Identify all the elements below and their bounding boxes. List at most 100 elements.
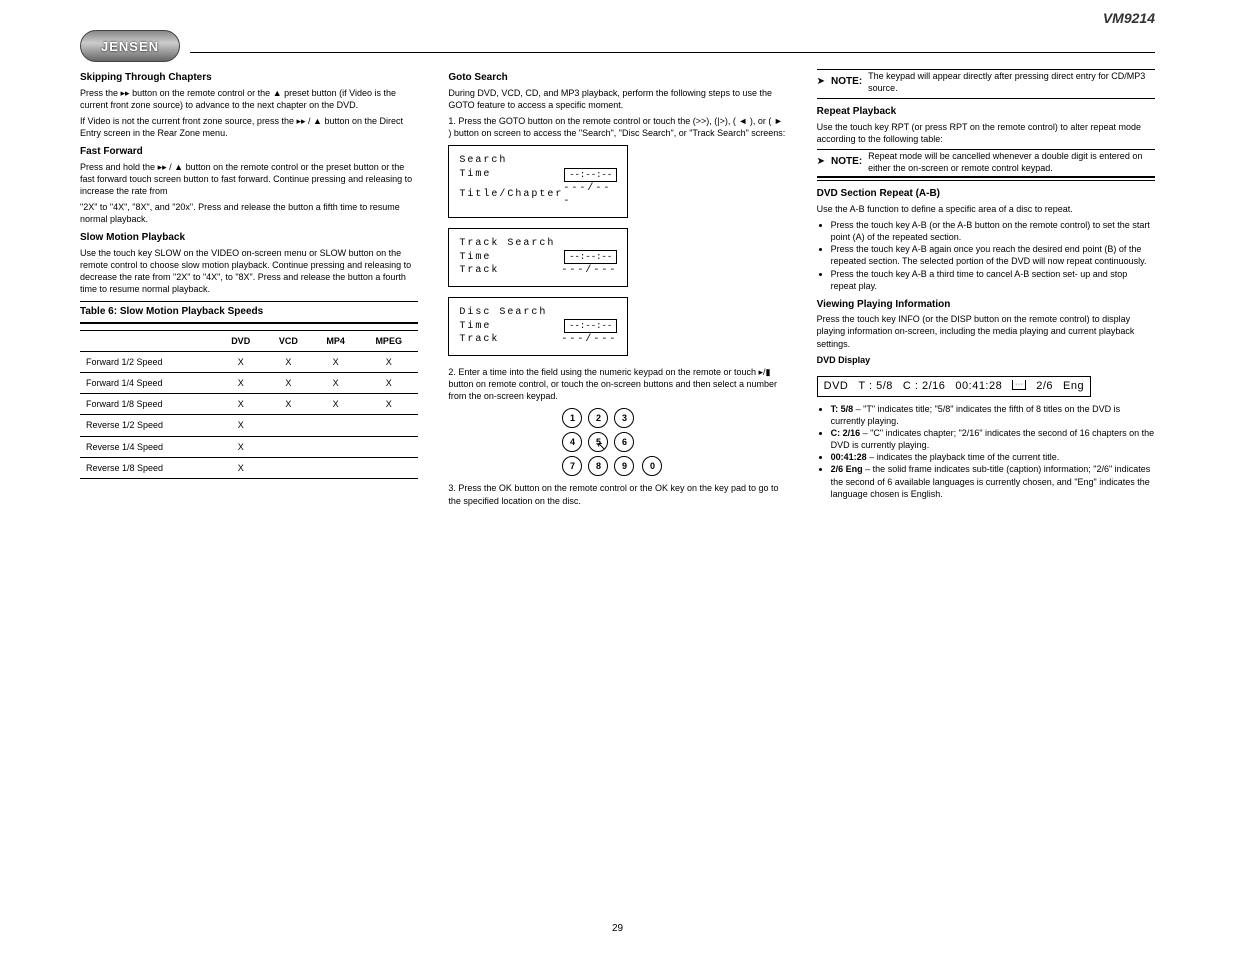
row-label: Reverse 1/4 Speed [80, 436, 217, 457]
disc-track-label: Track [459, 333, 499, 347]
ab-list: Press the touch key A-B (or the A-B butt… [817, 219, 1155, 292]
table-row: Reverse 1/2 SpeedX [80, 415, 418, 436]
track-label: Track [459, 264, 499, 278]
info-time: 00:41:28 [955, 379, 1002, 394]
text: ), or ( [750, 116, 772, 126]
search-titlech-value: ---/--- [563, 182, 617, 209]
search-time-label: Time [459, 168, 491, 182]
subtitle-icon: ··· [1012, 380, 1026, 390]
search-titlech-label: Title/Chapter [459, 188, 563, 202]
key-3[interactable]: 3 [614, 408, 634, 428]
row-cell: X [217, 457, 265, 478]
goto-li1: 1. Press the GOTO button on the remote c… [448, 115, 786, 139]
key-7[interactable]: 7 [562, 456, 582, 476]
key-2[interactable]: 2 [588, 408, 608, 428]
text: Press the OK button on the remote contro… [448, 483, 778, 505]
info-b1: T: 5/8 – "T" indicates title; "5/8" indi… [831, 403, 1155, 427]
slow-p1: Use the touch key SLOW on the VIDEO on-s… [80, 247, 418, 296]
page-number: 29 [0, 923, 1235, 934]
goto-p1: During DVD, VCD, CD, and MP3 playback, p… [448, 87, 786, 111]
next-track-icon: ▸▸ [158, 162, 167, 172]
text: ) button on screen to access the "Search… [448, 128, 785, 138]
search-titlech-row: Title/Chapter ---/--- [459, 182, 617, 209]
info-chapter: C : 2/16 [903, 379, 946, 394]
search-time-field[interactable]: --:--:-- [564, 168, 617, 182]
key-4[interactable]: 4 [562, 432, 582, 452]
table-title: Table 6: Slow Motion Playback Speeds [80, 302, 418, 322]
row-cell: X [217, 394, 265, 415]
row-cell: X [217, 351, 265, 372]
ab-li2: Press the touch key A-B again once you r… [831, 243, 1155, 267]
goto-li3: 3. Press the OK button on the remote con… [448, 482, 786, 506]
key-0[interactable]: 0 [642, 456, 662, 476]
info-dvd: DVD [824, 379, 849, 394]
disc-time-label: Time [459, 320, 491, 334]
right-arrow-icon: ► [774, 116, 783, 126]
next-track-icon: ▸▸ [121, 88, 130, 98]
skip-p1: Press the ▸▸ button on the remote contro… [80, 87, 418, 111]
row-cell [359, 436, 418, 457]
up-arrow-icon: ▲ [174, 162, 183, 172]
dvd-search-box: Search Time --:--:-- Title/Chapter ---/-… [448, 145, 628, 218]
th-mp4: MP4 [312, 330, 359, 351]
row-label: Reverse 1/8 Speed [80, 457, 217, 478]
up-arrow-icon: ▲ [273, 88, 282, 98]
column-1: Skipping Through Chapters Press the ▸▸ b… [80, 65, 418, 511]
th-blank [80, 330, 217, 351]
disc-time-field[interactable]: --:--:-- [564, 319, 617, 333]
repeat-note-text: Repeat mode will be cancelled whenever a… [868, 150, 1155, 174]
up-arrow-icon: ▲ [313, 116, 322, 126]
goto-li2: 2. Enter a time into the field using the… [448, 366, 786, 402]
row-label: Reverse 1/2 Speed [80, 415, 217, 436]
key-5[interactable]: 5 [588, 432, 608, 452]
column-2: Goto Search During DVD, VCD, CD, and MP3… [448, 65, 786, 511]
track-search-box: Track Search Time --:--:-- Track ---/--- [448, 228, 628, 287]
row-label: Forward 1/2 Speed [80, 351, 217, 372]
key-1[interactable]: 1 [562, 408, 582, 428]
key-9[interactable]: 9 [614, 456, 634, 476]
disc-time-row: Time --:--:-- [459, 319, 617, 333]
note-caret-icon: ➤ [817, 75, 825, 89]
repeat-heading: Repeat Playback [817, 105, 1155, 119]
row-cell: X [359, 373, 418, 394]
info-bullets: T: 5/8 – "T" indicates title; "5/8" indi… [817, 403, 1155, 500]
text: button on the remote control or the [132, 88, 273, 98]
track-time-field[interactable]: --:--:-- [564, 250, 617, 264]
model-label: VM9214 [1103, 10, 1155, 26]
ff-p1: Press and hold the ▸▸ / ▲ button on the … [80, 161, 418, 197]
disc-search-title: Disc Search [459, 306, 617, 320]
track-row: Track ---/--- [459, 264, 617, 278]
row-cell [265, 457, 313, 478]
disc-track-row: Track ---/--- [459, 333, 617, 347]
row-cell: X [265, 394, 313, 415]
info-heading: Viewing Playing Information [817, 298, 1155, 312]
info-lang: Eng [1063, 379, 1084, 394]
key-8[interactable]: 8 [588, 456, 608, 476]
repeat-note-rule-bot [817, 180, 1155, 181]
table-row: Forward 1/2 SpeedXXXX [80, 351, 418, 372]
goto-heading: Goto Search [448, 71, 786, 85]
info-dvd-h: DVD Display [817, 354, 1155, 366]
ff-heading: Fast Forward [80, 145, 418, 159]
info-p1: Press the touch key INFO (or the DISP bu… [817, 313, 1155, 349]
disc-track-value: ---/--- [561, 333, 617, 347]
note-header: ➤ NOTE: The keypad will appear directly … [817, 70, 1155, 96]
row-cell: X [217, 415, 265, 436]
key-6[interactable]: 6 [614, 432, 634, 452]
ab-li3: Press the touch key A-B a third time to … [831, 268, 1155, 292]
track-value: ---/--- [561, 264, 617, 278]
search-time-row: Time --:--:-- [459, 168, 617, 182]
note-text: The keypad will appear directly after pr… [868, 70, 1155, 94]
th-mpeg: MPEG [359, 330, 418, 351]
search-title: Search [459, 154, 617, 168]
text: Press and hold the [80, 162, 158, 172]
table-title-underline [80, 322, 418, 324]
table-row: Reverse 1/8 SpeedX [80, 457, 418, 478]
play-pause-icon: ▸/▮ [759, 367, 771, 377]
info-title: T : 5/8 [858, 379, 892, 394]
row-cell: X [312, 351, 359, 372]
row-cell [359, 415, 418, 436]
text: Enter a time into the field using the nu… [458, 367, 758, 377]
note-label: NOTE: [831, 155, 862, 169]
th-vcd: VCD [265, 330, 313, 351]
